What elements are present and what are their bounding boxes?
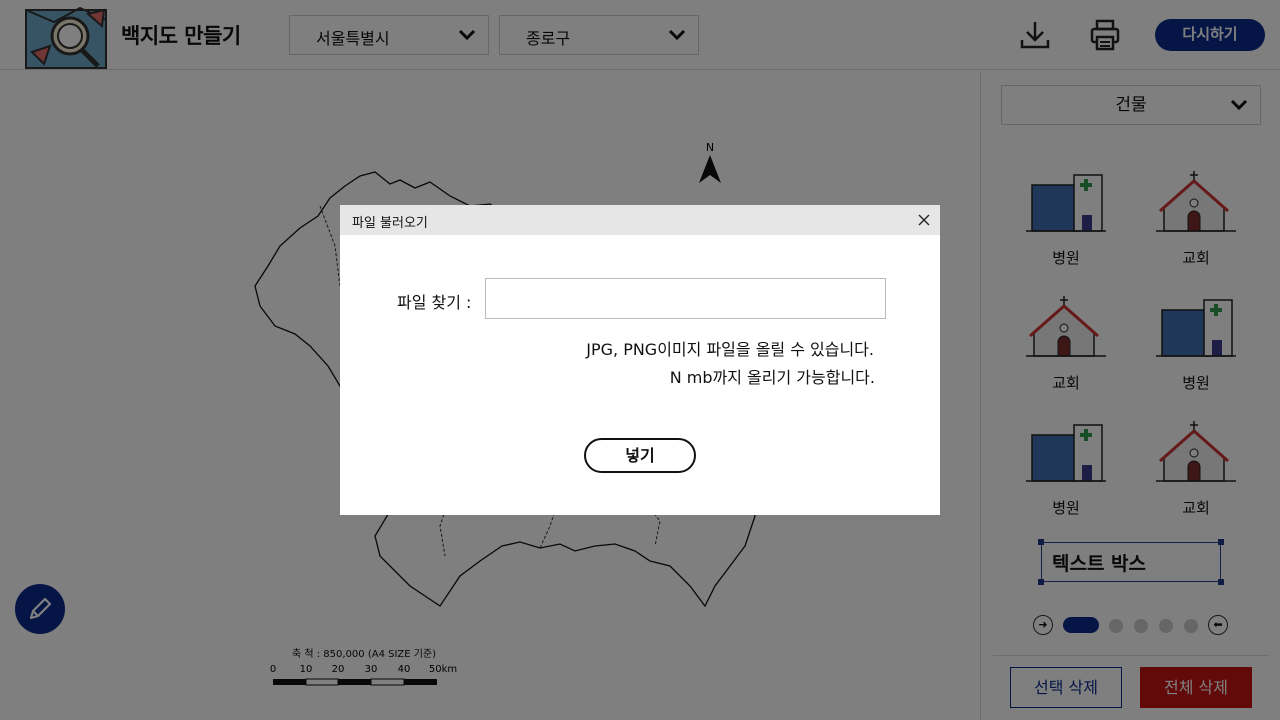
file-hint-format: JPG, PNG이미지 파일을 올릴 수 있습니다. — [586, 340, 874, 359]
dialog-title: 파일 불러오기 — [352, 216, 428, 231]
file-upload-dialog: 파일 불러오기 파일 찾기 : JPG, PNG이미지 파일을 올릴 수 있습니… — [340, 205, 940, 515]
file-hint-size: N mb까지 올리기 가능합니다. — [669, 368, 875, 387]
insert-button[interactable]: 넣기 — [584, 438, 696, 473]
file-path-input[interactable] — [485, 278, 886, 319]
file-label: 파일 찾기 : — [397, 293, 472, 312]
dialog-titlebar: 파일 불러오기 — [340, 205, 940, 235]
close-icon[interactable] — [916, 212, 932, 228]
